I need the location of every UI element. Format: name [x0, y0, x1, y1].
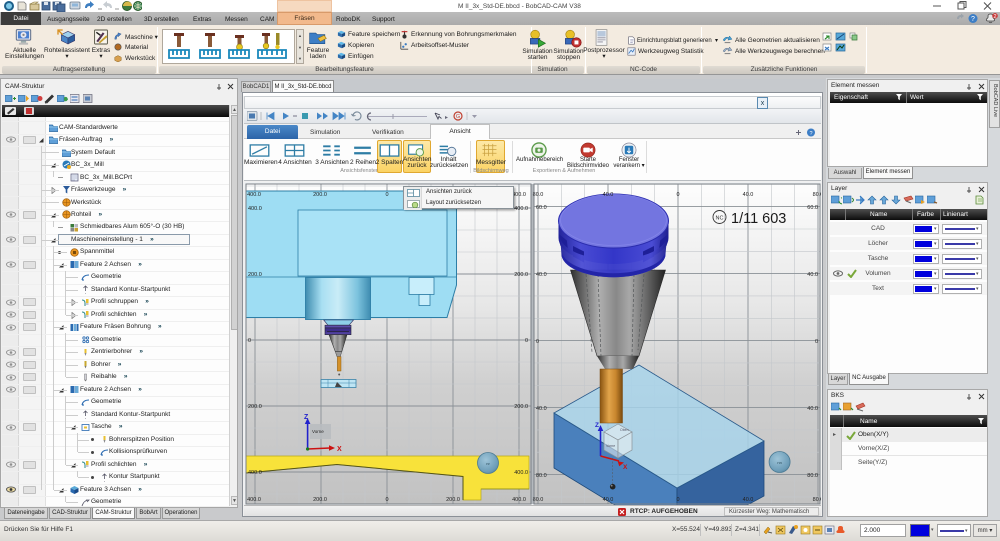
svg-text:Z: Z — [304, 414, 309, 421]
svg-text:0: 0 — [676, 192, 679, 198]
svg-text:200.0: 200.0 — [514, 404, 528, 410]
svg-text:X: X — [337, 446, 342, 453]
svg-text:200.0: 200.0 — [313, 497, 327, 503]
svg-text:400.0: 400.0 — [248, 206, 262, 212]
svg-text:nn: nn — [777, 460, 781, 465]
svg-text:40.0: 40.0 — [743, 497, 754, 503]
svg-text:Vorne: Vorne — [312, 429, 324, 434]
svg-text:2: 2 — [993, 14, 996, 20]
svg-text:400.0: 400.0 — [512, 192, 526, 198]
svg-text:0: 0 — [385, 192, 388, 198]
svg-text:200.0: 200.0 — [248, 272, 262, 278]
svg-text:40.0: 40.0 — [603, 497, 614, 503]
svg-text:?: ? — [971, 16, 975, 23]
svg-text:0: 0 — [676, 497, 679, 503]
svg-text:200.0: 200.0 — [514, 272, 528, 278]
svg-text:400.0: 400.0 — [247, 192, 261, 198]
svg-text:1/11 603: 1/11 603 — [731, 211, 786, 227]
svg-text:40.0: 40.0 — [807, 272, 818, 278]
svg-text:X: X — [623, 464, 628, 471]
svg-text:200.0: 200.0 — [248, 404, 262, 410]
svg-text:0: 0 — [536, 339, 539, 345]
svg-text:80.0: 80.0 — [807, 473, 818, 479]
svg-text:40.0: 40.0 — [536, 406, 547, 412]
svg-text:400.0: 400.0 — [514, 470, 528, 476]
svg-text:?: ? — [809, 131, 812, 137]
svg-text:40.0: 40.0 — [807, 406, 818, 412]
svg-text:G: G — [456, 114, 460, 120]
svg-text:60.0: 60.0 — [807, 205, 818, 211]
svg-text:40.0: 40.0 — [743, 192, 754, 198]
svg-text:400.0: 400.0 — [514, 206, 528, 212]
svg-text:0: 0 — [385, 497, 388, 503]
svg-text:Oben: Oben — [620, 428, 629, 432]
svg-text:200.0: 200.0 — [446, 497, 460, 503]
svg-text:40.0: 40.0 — [603, 192, 614, 198]
svg-text:NC: NC — [716, 216, 724, 222]
svg-text:400.0: 400.0 — [247, 497, 261, 503]
svg-text:200.0: 200.0 — [313, 192, 327, 198]
svg-text:60.0: 60.0 — [536, 205, 547, 211]
svg-text:40.0: 40.0 — [536, 272, 547, 278]
svg-text:0: 0 — [815, 339, 818, 345]
svg-text:0: 0 — [525, 338, 528, 344]
svg-text:0: 0 — [248, 338, 251, 344]
svg-text:400.0: 400.0 — [512, 497, 526, 503]
svg-text:80.0: 80.0 — [536, 473, 547, 479]
svg-text:400.0: 400.0 — [248, 470, 262, 476]
svg-text:Vorne: Vorne — [606, 444, 615, 448]
svg-text:Z: Z — [595, 422, 599, 429]
